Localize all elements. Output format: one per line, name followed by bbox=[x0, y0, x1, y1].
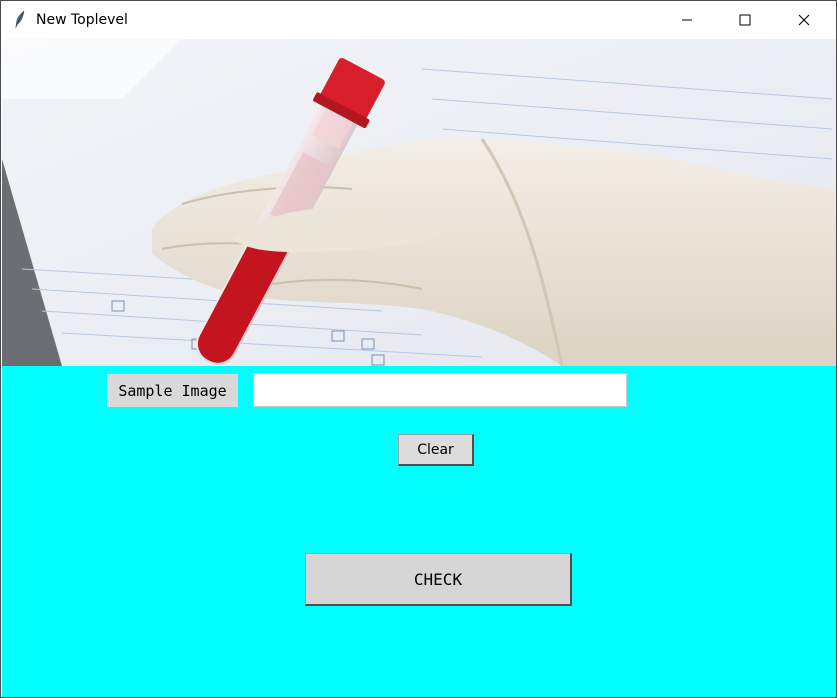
check-button[interactable]: CHECK bbox=[305, 553, 572, 606]
app-window: New Toplevel Sample Image Clear CHECK bbox=[0, 0, 837, 698]
form-panel: Sample Image Clear CHECK bbox=[2, 366, 836, 697]
title-bar[interactable]: New Toplevel bbox=[1, 1, 836, 39]
minimize-button[interactable] bbox=[658, 1, 716, 39]
clear-button[interactable]: Clear bbox=[398, 434, 474, 466]
maximize-icon bbox=[739, 14, 751, 26]
window-title: New Toplevel bbox=[36, 12, 128, 28]
close-icon bbox=[798, 14, 810, 26]
minimize-icon bbox=[682, 19, 692, 21]
header-image bbox=[2, 39, 836, 366]
sample-image-input[interactable] bbox=[253, 373, 627, 407]
close-button[interactable] bbox=[775, 1, 833, 39]
feather-icon bbox=[13, 10, 27, 30]
sample-image-label: Sample Image bbox=[107, 374, 238, 407]
maximize-button[interactable] bbox=[716, 1, 774, 39]
